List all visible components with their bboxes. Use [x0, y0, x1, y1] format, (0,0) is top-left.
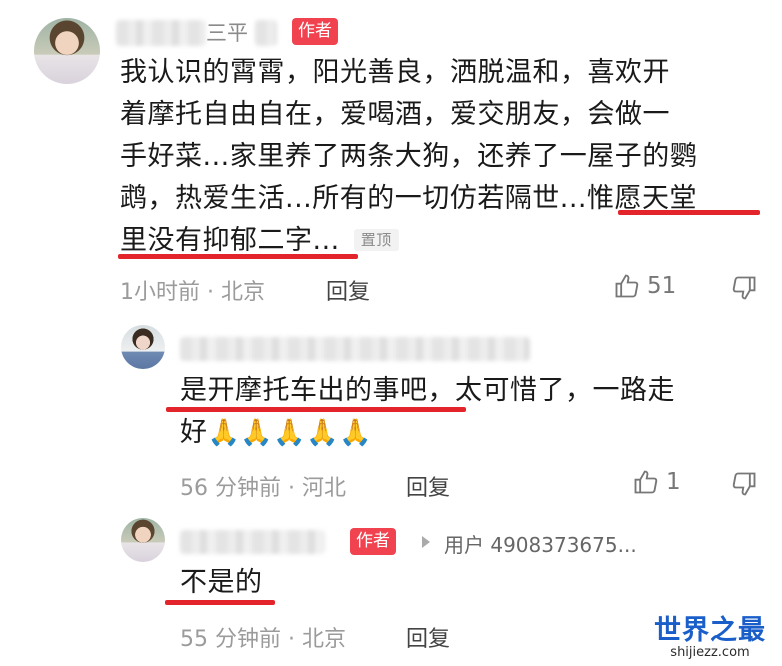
reply-to-user[interactable]: 用户 4908373675...: [444, 529, 637, 558]
highlight-underline: [165, 600, 275, 605]
thumbs-down-icon[interactable]: [730, 274, 758, 302]
thumbs-down-icon[interactable]: [730, 470, 758, 498]
comment-time-location: 1小时前 · 北京: [120, 280, 265, 305]
author-badge: 作者: [350, 528, 396, 555]
reply-line: 是开摩托车出的事吧，太可惜了，一路走: [180, 375, 675, 406]
reply-button[interactable]: 回复: [406, 621, 450, 653]
blurred-username: [116, 20, 206, 46]
reply-button[interactable]: 回复: [326, 274, 370, 306]
like-count: 51: [647, 273, 677, 299]
praying-hands-emoji: 🙏🙏🙏🙏🙏: [207, 418, 372, 448]
comment-line: 我认识的霄霄，阳光善良，洒脱温和，喜欢开: [120, 57, 670, 88]
like-count: 1: [666, 469, 681, 495]
reply-text: 是开摩托车出的事吧，太可惜了，一路走 好🙏🙏🙏🙏🙏: [180, 370, 760, 454]
pinned-badge: 置顶: [353, 229, 399, 251]
thumbs-up-icon: [613, 272, 641, 300]
reply-text: 不是的: [180, 567, 263, 598]
highlight-underline: [166, 407, 466, 412]
reply-line: 好🙏🙏🙏🙏🙏: [180, 412, 760, 454]
comment-line: 手好菜...家里养了两条大狗，还养了一屋子的鹦: [120, 141, 698, 172]
blurred-username: [180, 530, 325, 554]
comment-line: 着摩托自由自在，爱喝酒，爱交朋友，会做一: [120, 99, 670, 130]
blurred-username: [180, 337, 530, 361]
reply-time-location: 56 分钟前 · 河北: [180, 476, 346, 501]
avatar[interactable]: [121, 325, 165, 369]
comment-text: 我认识的霄霄，阳光善良，洒脱温和，喜欢开 着摩托自由自在，爱喝酒，爱交朋友，会做…: [120, 52, 770, 265]
username[interactable]: 三平: [206, 17, 248, 47]
avatar[interactable]: [121, 518, 165, 562]
watermark-logo: 世界之最 shijiezz.com: [654, 608, 766, 660]
like-button[interactable]: 51: [613, 272, 676, 300]
reply-line-text: 好: [180, 417, 208, 448]
author-badge: 作者: [292, 18, 338, 45]
avatar[interactable]: [34, 18, 100, 84]
watermark-title: 世界之最: [654, 615, 766, 646]
blurred-username-tail: [255, 20, 277, 46]
comment-line-text: 里没有抑郁二字...: [120, 225, 340, 256]
watermark-url: shijiezz.com: [670, 645, 750, 660]
highlight-underline: [618, 210, 760, 215]
like-button[interactable]: 1: [632, 468, 681, 496]
reply-button[interactable]: 回复: [406, 470, 450, 502]
triangle-right-icon: [421, 535, 431, 549]
thumbs-up-icon: [632, 468, 660, 496]
reply-time-location: 55 分钟前 · 北京: [180, 627, 346, 652]
highlight-underline: [118, 254, 358, 259]
